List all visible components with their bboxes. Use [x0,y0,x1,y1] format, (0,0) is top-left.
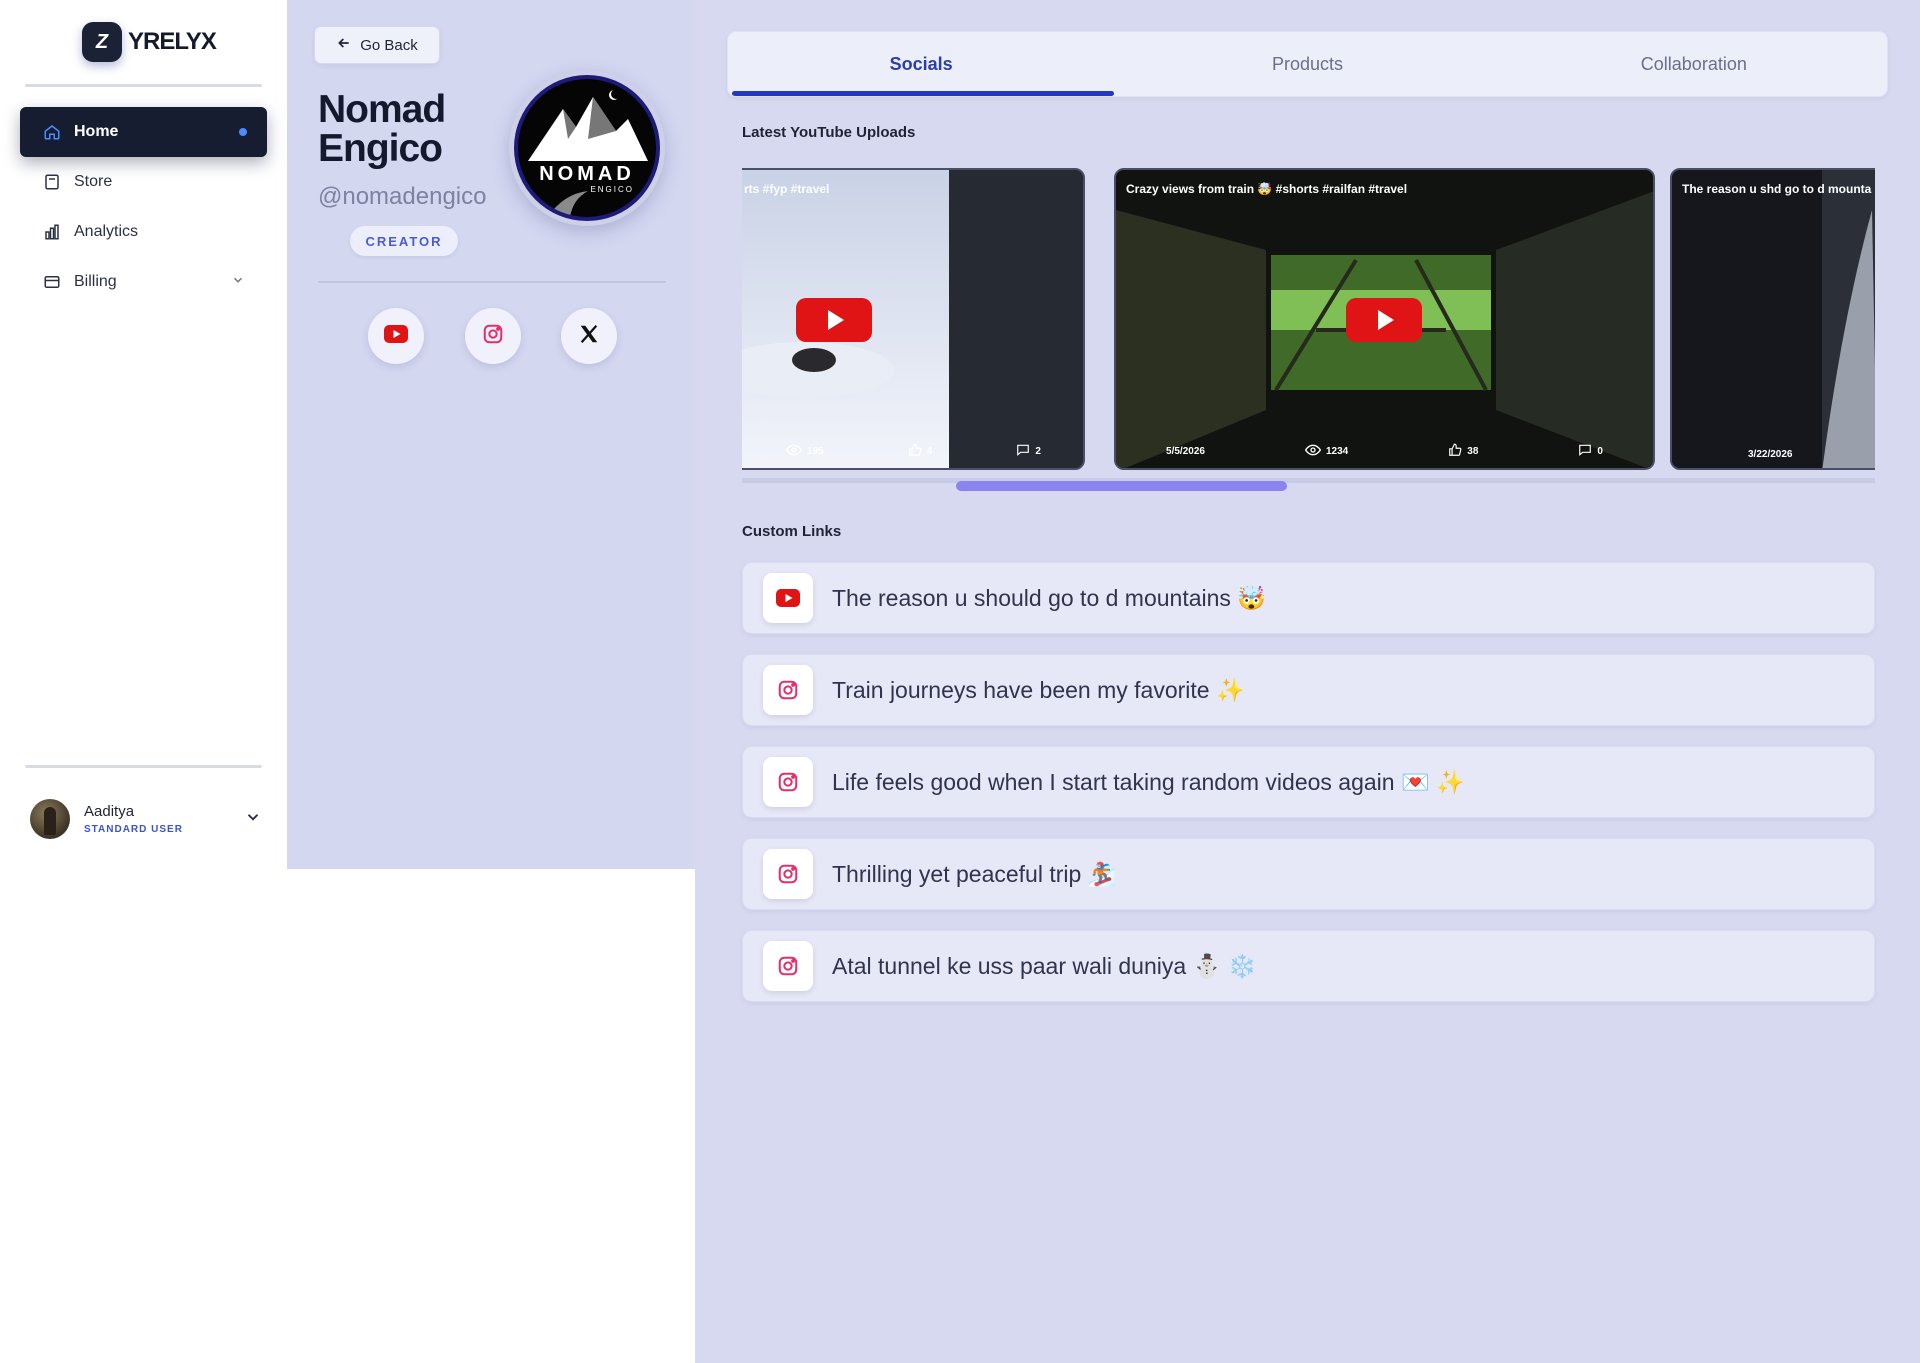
views-stat: 195 [785,444,824,459]
tab-collaboration[interactable]: Collaboration [1501,32,1887,96]
sidebar-item-analytics[interactable]: Analytics [20,207,267,257]
analytics-icon [42,222,62,242]
instagram-icon [763,665,813,715]
x-button[interactable] [561,308,617,364]
instagram-icon [763,849,813,899]
profile-divider [318,281,666,283]
custom-link-text: Train journeys have been my favorite ✨ [832,676,1245,703]
creator-name: Nomad Engico [318,88,446,170]
sidebar-item-label: Billing [74,273,117,290]
go-back-button[interactable]: Go Back [314,26,440,64]
custom-link-item[interactable]: Train journeys have been my favorite ✨ [742,654,1875,726]
sidebar-divider-bottom [25,765,262,768]
avatar [30,799,70,839]
app-logo[interactable]: Z YRELYX [82,22,217,62]
video-stats: 195 4 2 [742,443,1083,460]
video-title: rts #fyp #travel [744,182,830,196]
billing-icon [42,272,62,292]
x-icon [578,323,600,350]
comments-stat: 2 [1016,443,1041,460]
eye-icon [1304,444,1322,459]
creator-badge: CREATOR [350,226,458,256]
sidebar: Z YRELYX Home Store Analytics Billing Aa… [0,0,287,869]
chevron-down-icon[interactable] [231,273,245,292]
home-icon [42,122,62,142]
custom-link-text: The reason u should go to d mountains 🤯 [832,584,1266,611]
custom-link-text: Atal tunnel ke uss paar wali duniya ⛄ ❄️ [832,952,1257,979]
chevron-down-icon[interactable] [244,808,262,831]
video-stats: 3/22/2026 [1672,449,1875,460]
play-button[interactable] [796,298,872,342]
carousel-scroll-track [742,478,1875,483]
custom-link-item[interactable]: Life feels good when I start taking rand… [742,746,1875,818]
mountain-logo-icon [528,89,648,217]
logo-text: YRELYX [128,28,217,55]
sidebar-item-home[interactable]: Home [20,107,267,157]
custom-link-item[interactable]: Thrilling yet peaceful trip 🏂 [742,838,1875,910]
video-date: 5/5/2026 [1166,446,1205,457]
video-card[interactable]: rts #fyp #travel 195 4 2 [742,168,1085,470]
video-carousel[interactable]: rts #fyp #travel 195 4 2 Crazy views fro… [742,167,1875,482]
custom-links-title: Custom Links [742,523,842,540]
tab-bar: Socials Products Collaboration [727,31,1888,97]
instagram-icon [763,941,813,991]
youtube-button[interactable] [368,308,424,364]
video-stats: 5/5/2026 1234 38 0 [1116,443,1653,460]
logo-word: NOMAD [539,163,635,185]
sidebar-item-label: Store [74,173,113,190]
go-back-label: Go Back [360,36,418,54]
profile-panel: Go Back Nomad Engico @nomadengico CREATO… [287,0,695,869]
sidebar-item-label: Analytics [74,223,139,240]
play-button[interactable] [1346,298,1422,342]
instagram-icon [763,757,813,807]
user-name: Aaditya [84,803,135,820]
custom-link-item[interactable]: The reason u should go to d mountains 🤯 [742,562,1875,634]
sidebar-item-billing[interactable]: Billing [20,257,267,307]
custom-link-item[interactable]: Atal tunnel ke uss paar wali duniya ⛄ ❄️ [742,930,1875,1002]
video-date: 3/22/2026 [1748,449,1793,460]
views-stat: 1234 [1304,444,1348,459]
youtube-icon [384,324,408,348]
eye-icon [785,444,803,459]
sidebar-item-label: Home [74,123,119,140]
store-icon [42,172,62,192]
video-title: Crazy views from train 🤯 #shorts #railfa… [1126,182,1408,196]
video-thumbnail [742,170,1083,468]
video-card[interactable]: The reason u shd go to d mounta 3/22/202… [1670,168,1875,470]
thumbs-up-icon [908,443,922,460]
video-thumbnail [1672,170,1875,468]
tab-products[interactable]: Products [1114,32,1500,96]
youtube-section-title: Latest YouTube Uploads [742,124,916,141]
sidebar-divider-top [25,84,262,87]
user-role: STANDARD USER [84,824,183,835]
creator-handle: @nomadengico [318,183,487,210]
comment-icon [1578,443,1592,460]
main-content: Socials Products Collaboration Latest Yo… [695,0,1920,1363]
likes-stat: 4 [908,443,932,460]
arrow-left-icon [336,35,352,55]
comments-stat: 0 [1578,443,1603,460]
logo-subword: ENGICO [590,185,634,194]
custom-link-text: Thrilling yet peaceful trip 🏂 [832,860,1117,887]
custom-link-text: Life feels good when I start taking rand… [832,768,1465,795]
user-info: Aaditya STANDARD USER [84,803,183,835]
video-card[interactable]: Crazy views from train 🤯 #shorts #railfa… [1114,168,1655,470]
active-indicator-dot [239,128,247,136]
comment-icon [1016,443,1030,460]
video-title: The reason u shd go to d mounta [1682,182,1872,196]
sidebar-nav: Home Store Analytics Billing [20,107,267,307]
carousel-scrollbar[interactable] [956,481,1287,491]
youtube-icon [763,573,813,623]
sidebar-item-store[interactable]: Store [20,157,267,207]
user-menu[interactable]: Aaditya STANDARD USER [30,798,262,840]
likes-stat: 38 [1448,443,1478,460]
tab-socials[interactable]: Socials [728,32,1115,96]
profile-picture: NOMAD ENGICO [509,70,665,226]
instagram-button[interactable] [465,308,521,364]
logo-icon: Z [82,22,122,62]
instagram-icon [482,323,504,350]
thumbs-up-icon [1448,443,1462,460]
